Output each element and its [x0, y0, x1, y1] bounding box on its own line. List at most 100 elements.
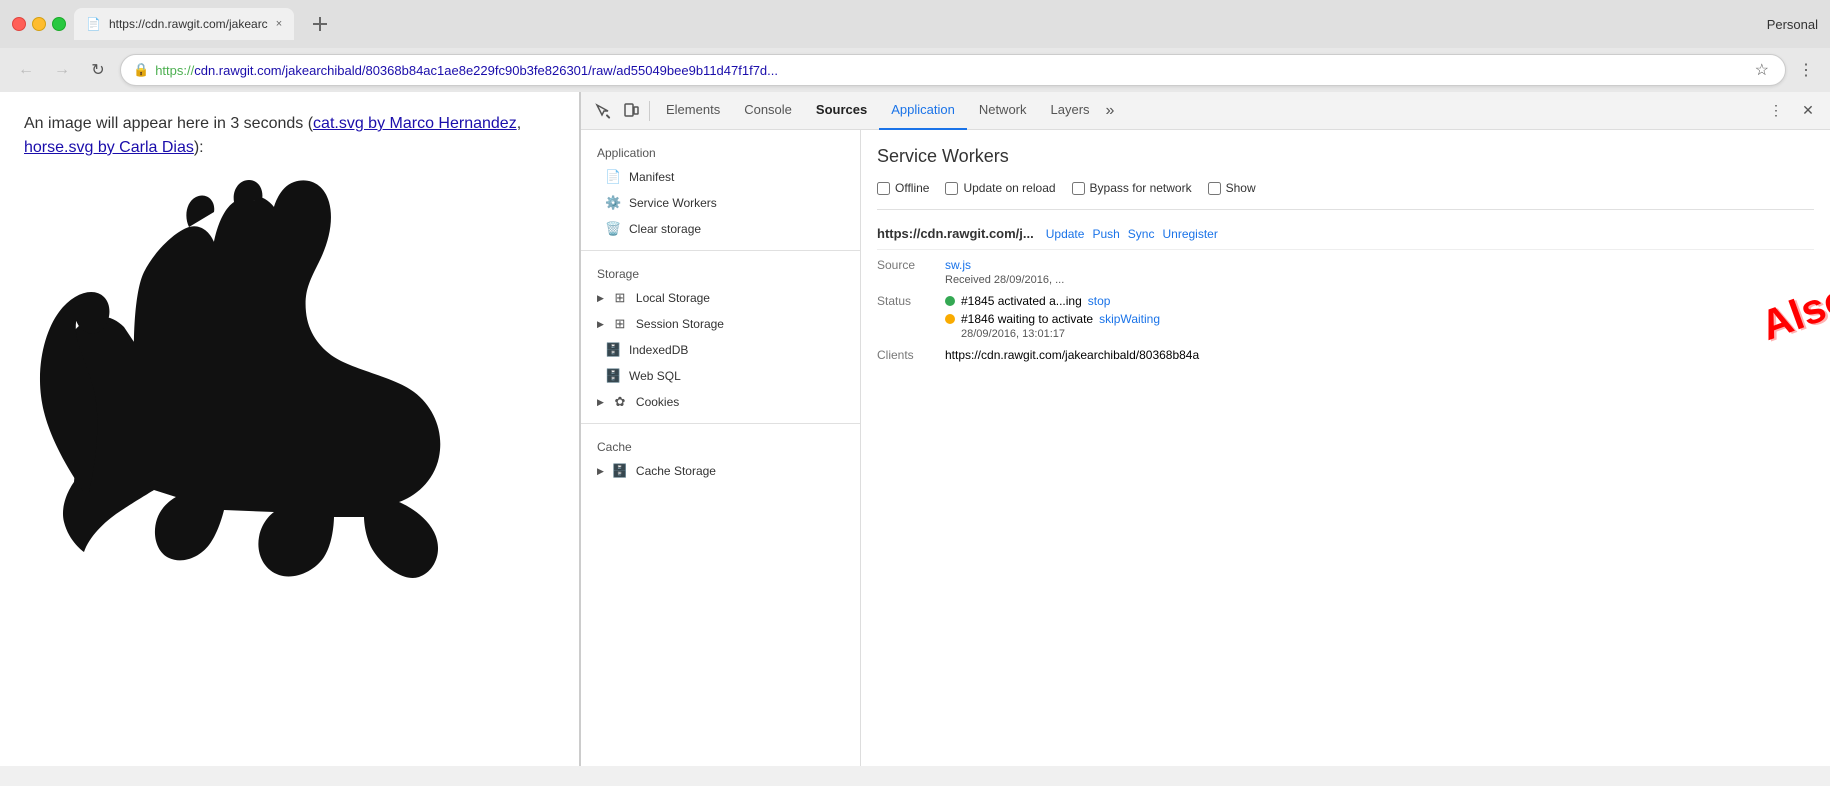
traffic-lights: [12, 17, 66, 31]
sidebar-item-cache-storage[interactable]: ▶ 🗄️ Cache Storage: [581, 458, 860, 484]
outro-text: ):: [194, 139, 204, 156]
sw-source-file-link[interactable]: sw.js: [945, 258, 971, 272]
service-workers-icon: ⚙️: [605, 195, 621, 211]
status1-text: #1845 activated a: [961, 294, 1056, 308]
bypass-label: Bypass for network: [1090, 181, 1192, 195]
sw-push-link[interactable]: Push: [1092, 227, 1119, 241]
clients-label: Clients: [877, 348, 937, 362]
back-button[interactable]: ←: [12, 56, 40, 84]
horse-link[interactable]: horse.svg by Carla Dias: [24, 139, 194, 156]
indexeddb-icon: 🗄️: [605, 342, 621, 358]
device-toolbar-button[interactable]: [617, 97, 645, 125]
cat-link[interactable]: cat.svg by Marco Hernandez: [313, 115, 517, 132]
update-on-reload-checkbox-label[interactable]: Update on reload: [945, 181, 1055, 195]
sidebar-item-cookies[interactable]: ▶ ✿ Cookies: [581, 389, 860, 415]
page-intro-text: An image will appear here in 3 seconds (…: [24, 112, 555, 160]
cache-storage-icon: 🗄️: [612, 463, 628, 479]
show-checkbox-label[interactable]: Show: [1208, 181, 1256, 195]
bypass-for-network-checkbox[interactable]: [1072, 182, 1085, 195]
source-label: Source: [877, 258, 937, 272]
address-box[interactable]: 🔒 https://cdn.rawgit.com/jakearchibald/8…: [120, 54, 1786, 86]
offline-checkbox-label[interactable]: Offline: [877, 181, 929, 195]
close-button[interactable]: [12, 17, 26, 31]
reload-button[interactable]: ↻: [84, 56, 112, 84]
sidebar-item-clear-storage[interactable]: 🗑️ Clear storage: [581, 216, 860, 242]
offline-checkbox[interactable]: [877, 182, 890, 195]
status2-dot: [945, 314, 955, 324]
local-storage-icon: ⊞: [612, 290, 628, 306]
minimize-button[interactable]: [32, 17, 46, 31]
devtools-toolbar: Elements Console Sources Application Net…: [581, 92, 1830, 130]
browser-tab[interactable]: 📄 https://cdn.rawgit.com/jakearc ×: [74, 8, 294, 40]
sw-status2-timestamp: 28/09/2016, 13:01:17: [961, 328, 1160, 340]
tab-application[interactable]: Application: [879, 92, 967, 130]
sw-update-link[interactable]: Update: [1046, 227, 1085, 241]
sw-stop-link[interactable]: stop: [1088, 294, 1111, 308]
devtools-sidebar: Application 📄 Manifest ⚙️ Service Worker…: [581, 130, 861, 766]
web-sql-icon: 🗄️: [605, 368, 621, 384]
tab-elements[interactable]: Elements: [654, 92, 732, 130]
tab-page-icon: 📄: [86, 17, 101, 31]
sw-status-values: #1845 activated a ... ing stop #1846 wai…: [945, 294, 1160, 340]
sidebar-section-application: Application: [581, 138, 860, 164]
address-text: https://cdn.rawgit.com/jakearchibald/803…: [155, 63, 1744, 78]
show-label: Show: [1226, 181, 1256, 195]
clear-storage-icon: 🗑️: [605, 221, 621, 237]
bypass-for-network-checkbox-label[interactable]: Bypass for network: [1072, 181, 1192, 195]
devtools-menu-button[interactable]: ⋮: [1762, 97, 1790, 125]
more-tabs-button[interactable]: »: [1106, 102, 1115, 120]
local-storage-arrow-icon: ▶: [597, 293, 604, 304]
update-on-reload-checkbox[interactable]: [945, 182, 958, 195]
chrome-menu-button[interactable]: ⋮: [1794, 60, 1818, 80]
tab-close-button[interactable]: ×: [276, 18, 282, 30]
new-tab-button[interactable]: [306, 10, 334, 38]
intro-text: An image will appear here in 3 seconds (: [24, 115, 313, 132]
show-checkbox[interactable]: [1208, 182, 1221, 195]
update-on-reload-label: Update on reload: [963, 181, 1055, 195]
maximize-button[interactable]: [52, 17, 66, 31]
devtools-main-panel: Service Workers Offline Update on reload: [861, 130, 1830, 766]
sidebar-section-cache: Cache: [581, 432, 860, 458]
cat-image: [24, 172, 524, 592]
tab-layers[interactable]: Layers: [1039, 92, 1102, 130]
offline-label: Offline: [895, 181, 929, 195]
sidebar-divider-2: [581, 423, 860, 424]
devtools-inner: Elements Console Sources Application Net…: [580, 92, 1830, 766]
title-bar: 📄 https://cdn.rawgit.com/jakearc × Perso…: [0, 0, 1830, 48]
status2-text: #1846 waiting to activate: [961, 312, 1093, 326]
sw-status2-row: #1846 waiting to activate skipWaiting: [945, 312, 1160, 326]
main-area: An image will appear here in 3 seconds (…: [0, 92, 1830, 766]
webpage-content: An image will appear here in 3 seconds (…: [0, 92, 580, 766]
manifest-icon: 📄: [605, 169, 621, 185]
sidebar-divider-1: [581, 250, 860, 251]
devtools-end-buttons: ⋮ ✕: [1762, 97, 1822, 125]
cookies-arrow-icon: ▶: [597, 397, 604, 408]
address-bar-row: ← → ↻ 🔒 https://cdn.rawgit.com/jakearchi…: [0, 48, 1830, 92]
sw-received-text: Received 28/09/2016, ...: [945, 274, 1814, 286]
sidebar-item-indexeddb[interactable]: 🗄️ IndexedDB: [581, 337, 860, 363]
sidebar-item-local-storage[interactable]: ▶ ⊞ Local Storage: [581, 285, 860, 311]
sidebar-item-manifest[interactable]: 📄 Manifest: [581, 164, 860, 190]
sw-status1-row: #1845 activated a ... ing stop: [945, 294, 1160, 308]
inspect-element-button[interactable]: [589, 97, 617, 125]
tab-sources[interactable]: Sources: [804, 92, 879, 130]
received-suffix: ...: [1055, 274, 1064, 286]
bookmark-icon[interactable]: ☆: [1751, 60, 1773, 80]
sw-unregister-link[interactable]: Unregister: [1162, 227, 1217, 241]
tab-console[interactable]: Console: [732, 92, 804, 130]
tab-network[interactable]: Network: [967, 92, 1039, 130]
status1-suffix2: ing: [1066, 294, 1082, 308]
sidebar-item-web-sql[interactable]: 🗄️ Web SQL: [581, 363, 860, 389]
sidebar-item-service-workers[interactable]: ⚙️ Service Workers: [581, 190, 860, 216]
session-storage-icon: ⊞: [612, 316, 628, 332]
forward-button[interactable]: →: [48, 56, 76, 84]
sw-clients-row: Clients https://cdn.rawgit.com/jakearchi…: [877, 348, 1814, 362]
sw-skip-waiting-link[interactable]: skipWaiting: [1099, 312, 1160, 326]
sidebar-item-session-storage[interactable]: ▶ ⊞ Session Storage: [581, 311, 860, 337]
sw-sync-link[interactable]: Sync: [1128, 227, 1155, 241]
devtools-panel: Also useful!!: [580, 92, 1830, 766]
url-host: cdn.rawgit.com/jakearchibald/80368b84ac1…: [194, 63, 778, 78]
devtools-close-button[interactable]: ✕: [1794, 97, 1822, 125]
browser-window: 📄 https://cdn.rawgit.com/jakearc × Perso…: [0, 0, 1830, 766]
status1-suffix: ...: [1056, 294, 1066, 308]
